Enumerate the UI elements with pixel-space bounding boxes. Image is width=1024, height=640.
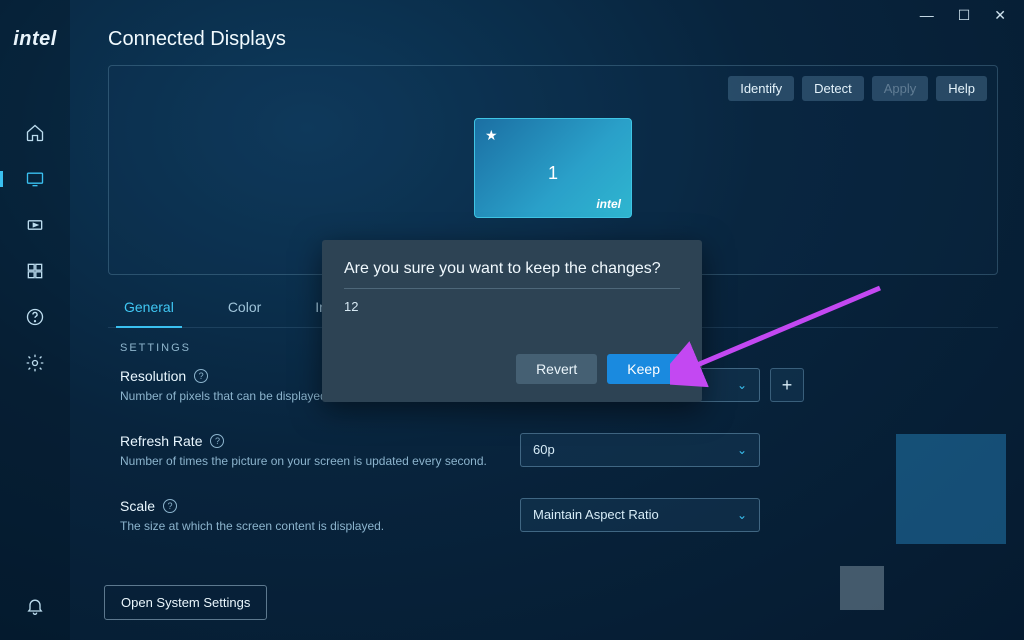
help-button[interactable]: Help — [936, 76, 987, 101]
question-icon — [25, 307, 45, 327]
chevron-down-icon: ⌄ — [737, 443, 747, 457]
display-icon — [25, 169, 45, 189]
scale-value: Maintain Aspect Ratio — [533, 507, 659, 522]
keep-button[interactable]: Keep — [607, 354, 680, 384]
chevron-down-icon: ⌄ — [737, 508, 747, 522]
refresh-row: Refresh Rate ? Number of times the pictu… — [120, 433, 986, 470]
sidebar-item-notifications[interactable] — [0, 596, 70, 616]
page-title: Connected Displays — [108, 28, 998, 51]
dialog-countdown: 12 — [344, 288, 680, 314]
refresh-dropdown[interactable]: 60p ⌄ — [520, 433, 760, 467]
sidebar-item-home[interactable] — [0, 123, 70, 143]
identify-button[interactable]: Identify — [728, 76, 794, 101]
dialog-title: Are you sure you want to keep the change… — [344, 260, 680, 278]
display-brand: intel — [596, 197, 621, 211]
scale-label: Scale — [120, 498, 155, 514]
video-icon — [25, 215, 45, 235]
brand-logo: intel — [13, 28, 57, 51]
tab-general[interactable]: General — [120, 289, 178, 327]
tab-color[interactable]: Color — [224, 289, 265, 327]
display-number: 1 — [475, 163, 631, 184]
revert-button[interactable]: Revert — [516, 354, 597, 384]
home-icon — [25, 123, 45, 143]
resolution-label: Resolution — [120, 368, 186, 384]
grid-icon — [25, 261, 45, 281]
star-icon: ★ — [485, 127, 498, 144]
refresh-label: Refresh Rate — [120, 433, 202, 449]
info-icon[interactable]: ? — [163, 499, 177, 513]
sidebar-item-apps[interactable] — [0, 261, 70, 281]
sidebar-item-video[interactable] — [0, 215, 70, 235]
gear-icon — [25, 353, 45, 373]
sidebar-bottom — [0, 596, 70, 616]
refresh-desc: Number of times the picture on your scre… — [120, 453, 500, 470]
keep-changes-dialog: Are you sure you want to keep the change… — [322, 240, 702, 402]
sidebar-item-help[interactable] — [0, 307, 70, 327]
chevron-down-icon: ⌄ — [737, 378, 747, 392]
decorative-square — [840, 566, 884, 610]
sidebar: intel — [0, 0, 70, 640]
sidebar-item-display[interactable] — [0, 169, 70, 189]
refresh-value: 60p — [533, 442, 555, 457]
apply-button: Apply — [872, 76, 929, 101]
info-icon[interactable]: ? — [194, 369, 208, 383]
info-icon[interactable]: ? — [210, 434, 224, 448]
scale-desc: The size at which the screen content is … — [120, 518, 500, 535]
open-system-settings-button[interactable]: Open System Settings — [104, 585, 267, 620]
display-tile-1[interactable]: ★ 1 intel — [474, 118, 632, 218]
add-resolution-button[interactable]: + — [770, 368, 804, 402]
scale-row: Scale ? The size at which the screen con… — [120, 498, 986, 535]
bell-icon — [25, 596, 45, 616]
decorative-square — [896, 434, 1006, 544]
sidebar-nav — [0, 123, 70, 373]
scale-dropdown[interactable]: Maintain Aspect Ratio ⌄ — [520, 498, 760, 532]
panel-buttons: Identify Detect Apply Help — [728, 76, 987, 101]
detect-button[interactable]: Detect — [802, 76, 864, 101]
sidebar-item-settings[interactable] — [0, 353, 70, 373]
